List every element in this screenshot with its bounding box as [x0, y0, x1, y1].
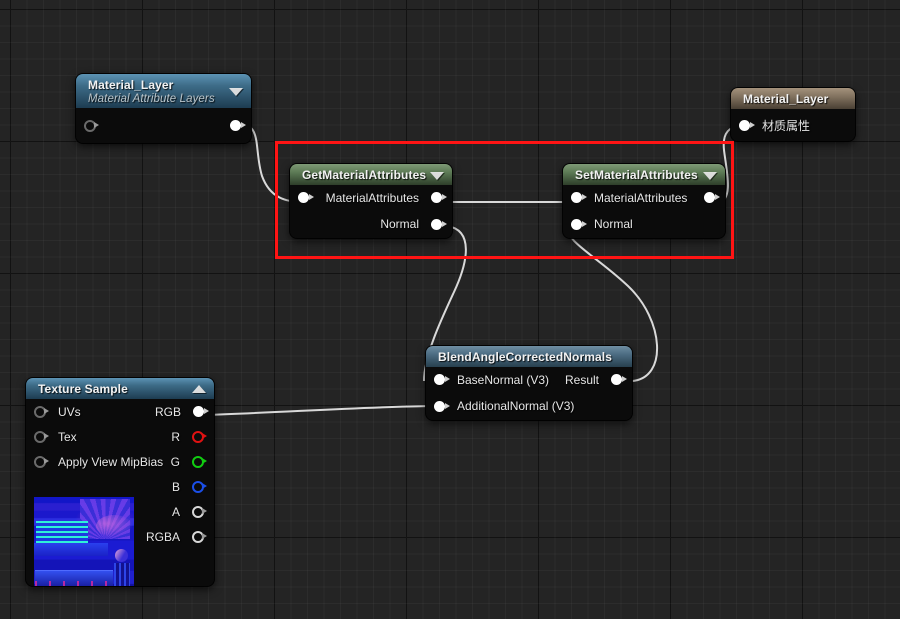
node-set-material-attributes[interactable]: SetMaterialAttributes MaterialAttributes… — [563, 164, 725, 238]
node-body: UVs RGB Tex R Apply View MipBias G B A R… — [26, 399, 214, 586]
input-pin-label-normal: Normal — [594, 217, 633, 231]
output-pin-label-b: B — [171, 479, 180, 494]
input-pin-label-material-attributes-cn: 材质属性 — [762, 118, 811, 133]
node-texture-sample[interactable]: Texture Sample UVs RGB Tex R Apply View … — [26, 378, 214, 586]
node-body: MaterialAttributes Normal — [563, 185, 725, 238]
pin-row-materialattributes: MaterialAttributes — [290, 185, 452, 210]
input-pin-material-attributes-cn[interactable] — [739, 119, 755, 131]
input-pin-label-tex: Tex — [58, 429, 77, 444]
output-pin-materialattributes[interactable] — [431, 192, 447, 203]
output-pin-label-a: A — [171, 504, 180, 519]
node-subtitle: Material Attribute Layers — [88, 93, 215, 105]
output-pin-r[interactable] — [192, 430, 207, 443]
input-pin-basenormal[interactable] — [434, 374, 450, 385]
node-title: SetMaterialAttributes — [575, 168, 698, 182]
input-pin-apply-view-mipbias[interactable] — [34, 455, 49, 468]
input-pin-additionalnormal[interactable] — [434, 400, 450, 412]
pin-row-mipbias: Apply View MipBias G — [26, 449, 214, 474]
input-pin-label-basenormal: BaseNormal (V3) — [457, 372, 550, 387]
node-header: BlendAngleCorrectedNormals — [426, 346, 632, 367]
output-pin-result[interactable] — [704, 192, 720, 203]
output-pin-label-g: G — [170, 454, 180, 469]
input-pin-label-apply-view-mipbias: Apply View MipBias — [58, 454, 164, 469]
chevron-down-icon[interactable] — [229, 88, 243, 96]
material-graph-canvas[interactable]: Material_Layer Material Attribute Layers… — [0, 0, 900, 619]
node-blend-angle-corrected-normals[interactable]: BlendAngleCorrectedNormals BaseNormal (V… — [426, 346, 632, 420]
output-pin-a[interactable] — [192, 505, 207, 518]
pin-row-normal: Normal — [290, 210, 452, 238]
node-title: BlendAngleCorrectedNormals — [438, 350, 612, 364]
node-body — [76, 108, 251, 143]
node-material-layer-left[interactable]: Material_Layer Material Attribute Layers — [76, 74, 251, 143]
pin-row — [76, 108, 251, 143]
input-pin-tex[interactable] — [34, 430, 49, 443]
input-pin-layer[interactable] — [84, 119, 99, 132]
texture-preview-thumbnail — [34, 497, 134, 586]
pin-row-tex: Tex R — [26, 424, 214, 449]
input-pin-uvs[interactable] — [34, 405, 49, 418]
node-header: Texture Sample — [26, 378, 214, 399]
input-pin-label-uvs: UVs — [58, 404, 81, 419]
node-title: Material_Layer — [88, 78, 174, 92]
output-pin-rgb[interactable] — [193, 406, 209, 417]
input-pin-label-additionalnormal: AdditionalNormal (V3) — [457, 399, 575, 413]
pin-row-additionalnormal: AdditionalNormal (V3) — [426, 392, 632, 420]
node-title: Material_Layer — [743, 92, 829, 106]
input-pin-materialattributes[interactable] — [571, 192, 587, 203]
pin-row-b: B — [26, 474, 214, 499]
output-pin-rgba[interactable] — [192, 530, 207, 543]
node-get-material-attributes[interactable]: GetMaterialAttributes MaterialAttributes… — [290, 164, 452, 238]
node-body: MaterialAttributes Normal — [290, 185, 452, 238]
node-body: BaseNormal (V3) Result AdditionalNormal … — [426, 367, 632, 420]
output-pin-label-rgba: RGBA — [145, 529, 180, 544]
node-header: SetMaterialAttributes — [563, 164, 725, 185]
output-pin-result[interactable] — [611, 374, 627, 385]
pin-row-uvs: UVs RGB — [26, 399, 214, 424]
pin-row-normal: Normal — [563, 210, 725, 238]
node-header: Material_Layer — [731, 88, 855, 109]
output-pin-layer[interactable] — [230, 120, 246, 131]
output-pin-label-normal: Normal — [380, 217, 419, 231]
node-header: GetMaterialAttributes — [290, 164, 452, 185]
output-pin-b[interactable] — [192, 480, 207, 493]
chevron-up-icon[interactable] — [192, 384, 206, 393]
node-title: GetMaterialAttributes — [302, 168, 427, 182]
output-pin-label-result: Result — [564, 372, 599, 387]
output-pin-g[interactable] — [192, 455, 207, 468]
chevron-down-icon[interactable] — [430, 171, 444, 180]
input-pin-materialattributes[interactable] — [298, 192, 314, 203]
node-title: Texture Sample — [38, 382, 128, 396]
node-material-layer-right[interactable]: Material_Layer 材质属性 — [731, 88, 855, 141]
output-pin-normal[interactable] — [431, 218, 447, 230]
output-pin-label-r: R — [171, 429, 180, 444]
node-body: 材质属性 — [731, 109, 855, 141]
input-pin-normal[interactable] — [571, 218, 587, 230]
pin-row-material-attributes-cn: 材质属性 — [731, 109, 855, 141]
pin-row-basenormal: BaseNormal (V3) Result — [426, 367, 632, 392]
input-pin-label-materialattributes: MaterialAttributes — [594, 190, 688, 205]
output-pin-label-rgb: RGB — [154, 404, 181, 419]
pin-row-materialattributes: MaterialAttributes — [563, 185, 725, 210]
wire-rgb-to-additionalnormal — [205, 405, 433, 416]
output-pin-label-materialattributes: MaterialAttributes — [325, 190, 419, 205]
node-header: Material_Layer Material Attribute Layers — [76, 74, 251, 108]
chevron-down-icon[interactable] — [703, 171, 717, 180]
